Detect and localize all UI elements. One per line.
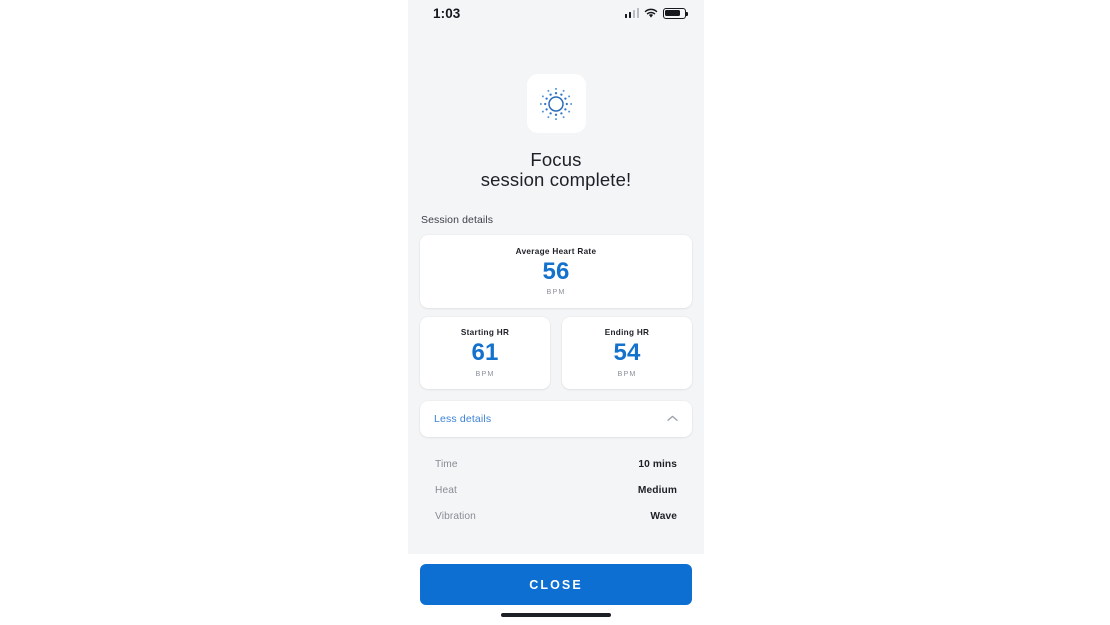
page-title: Focus session complete! [481, 150, 632, 190]
battery-icon [663, 7, 689, 19]
focus-sun-icon [526, 74, 586, 133]
page-title-line-2: session complete! [480, 168, 632, 190]
average-heart-rate-title: Average Heart Rate [515, 246, 597, 256]
page-title-line-1: Focus [530, 149, 582, 170]
phone-screen: 1:03 Focus session complete! Session det… [408, 0, 704, 625]
average-heart-rate-value: 56 [542, 257, 570, 285]
home-indicator-area [420, 605, 692, 625]
ending-hr-value: 54 [613, 339, 641, 367]
footer-bar: CLOSE [408, 554, 704, 625]
ending-hr-unit: BPM [617, 368, 637, 378]
starting-hr-title: Starting HR [460, 328, 510, 338]
home-indicator [501, 613, 611, 617]
table-row: Heat Medium [435, 478, 677, 504]
detail-value: Wave [650, 511, 677, 523]
status-bar: 1:03 [408, 0, 704, 26]
less-details-label: Less details [434, 412, 492, 425]
starting-hr-unit: BPM [475, 368, 495, 378]
detail-key: Vibration [435, 511, 476, 523]
session-details-label: Session details [421, 213, 494, 226]
detail-value: 10 mins [638, 459, 677, 471]
status-bar-icons [624, 7, 689, 19]
hr-range-row: Starting HR 61 BPM Ending HR 54 BPM [420, 316, 692, 389]
detail-value: Medium [637, 485, 677, 497]
wifi-icon [644, 8, 658, 19]
session-detail-list: Time 10 mins Heat Medium Vibration Wave [420, 452, 692, 530]
average-heart-rate-card: Average Heart Rate 56 BPM [420, 234, 692, 308]
ending-hr-card: Ending HR 54 BPM [562, 316, 692, 389]
table-row: Vibration Wave [435, 504, 677, 530]
detail-key: Heat [435, 485, 457, 497]
hero-block: Focus session complete! [420, 26, 692, 190]
average-heart-rate-unit: BPM [546, 287, 566, 297]
session-summary-body: Focus session complete! Session details … [408, 26, 704, 554]
screenshot-canvas: 1:03 Focus session complete! Session det… [0, 0, 1110, 625]
chevron-up-icon[interactable] [667, 415, 678, 422]
cellular-signal-icon [624, 8, 639, 18]
starting-hr-value: 61 [471, 339, 499, 367]
status-bar-time: 1:03 [433, 5, 461, 21]
ending-hr-title: Ending HR [604, 328, 650, 338]
close-button[interactable]: CLOSE [420, 564, 692, 605]
starting-hr-card: Starting HR 61 BPM [420, 316, 550, 389]
detail-key: Time [435, 459, 458, 471]
less-details-toggle[interactable]: Less details [420, 400, 692, 437]
table-row: Time 10 mins [435, 452, 677, 478]
